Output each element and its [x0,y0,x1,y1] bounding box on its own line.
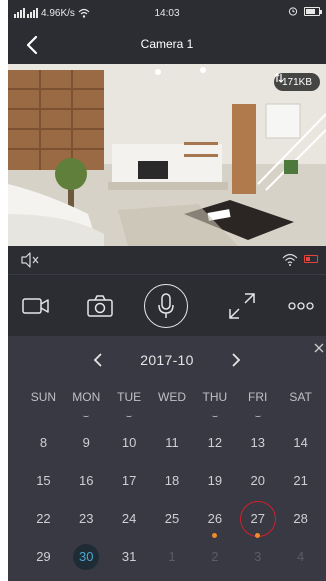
alarm-icon [288,7,298,16]
calendar-day[interactable]: 18 [151,468,194,506]
recording-dot [255,533,261,538]
calendar-day[interactable]: 21 [279,468,322,506]
weekday-label: TUE [108,390,151,417]
wifi-signal-icon [282,253,298,266]
calendar-day[interactable]: 24 [108,506,151,544]
calendar-day[interactable]: 9 [65,430,108,468]
calendar-day-next-month: 3 [254,549,262,564]
calendar-day-next-month: 2 [211,549,219,564]
calendar-day[interactable]: 15 [22,468,65,506]
weekday-label: FRI [236,390,279,417]
calendar-week: 22 23 24 25 26 27 28 [22,501,322,544]
month-label: 2017-10 [140,352,194,368]
calendar-week: 15 16 17 18 19 20 21 [22,468,322,506]
calendar-header: 2017-10 [8,348,326,372]
calendar-day[interactable]: 19 [193,468,236,506]
video-info-bar [8,246,326,274]
data-size-badge: 171KB [273,73,320,91]
talk-button[interactable] [138,275,194,337]
calendar-day-next-month: 4 [296,549,305,564]
calendar-day-next-month: 1 [168,549,176,564]
data-size-value: 171KB [281,76,312,88]
calendar-day[interactable]: 25 [151,506,194,544]
camera-feed-image [8,64,326,246]
more-button[interactable] [276,275,326,337]
calendar-day[interactable]: 23 [65,506,108,544]
calendar-grid: 8 9 10 11 12 13 14 15 16 17 18 19 20 21 … [22,430,322,581]
calendar-day[interactable]: 29 [22,544,65,581]
calendar-day[interactable]: 13 [236,430,279,468]
clock: 14:03 [154,7,180,19]
selection-ring [239,501,276,537]
more-icon [288,302,314,310]
playback-calendar: 2017-10 SUN MON TUE WED THU FRI SAT 8 9 … [8,336,326,581]
fullscreen-icon [229,293,255,319]
calendar-day[interactable]: 11 [151,430,194,468]
calendar-day[interactable]: 17 [108,468,151,506]
mute-icon[interactable] [20,252,40,268]
calendar-day[interactable]: 28 [279,506,322,544]
battery-icon [304,6,322,16]
calendar-day-today[interactable]: 30 [65,544,108,581]
data-transfer-icon [274,73,284,83]
record-button[interactable] [8,275,64,337]
chevron-right-icon [232,353,241,367]
recording-dot [212,533,218,538]
calendar-day[interactable]: 8 [22,430,65,468]
calendar-day[interactable]: 16 [65,468,108,506]
calendar-week: 8 9 10 11 12 13 14 [22,430,322,468]
video-record-icon [22,298,49,314]
calendar-week: 29 30 31 1 2 3 4 [22,544,322,581]
camera-battery-icon [304,255,318,263]
control-bar [8,274,326,336]
snapshot-icon [87,295,113,317]
weekday-label: SUN [30,390,57,404]
calendar-day-selected[interactable]: 27 [236,501,279,544]
calendar-day[interactable]: 10 [108,430,151,468]
microphone-icon [158,293,174,318]
calendar-day[interactable]: 22 [22,506,65,544]
next-month-button[interactable] [228,352,244,368]
prev-month-button[interactable] [90,352,106,368]
nav-bar: Camera 1 [8,26,326,64]
page-title: Camera 1 [140,37,194,51]
weekday-label: WED [158,390,186,404]
microphone-ring [144,284,188,328]
weekday-label: MON [65,390,108,417]
status-bar: 4.96K/s 14:03 [8,0,326,26]
chevron-left-icon [93,353,102,367]
fullscreen-button[interactable] [214,275,270,337]
snapshot-button[interactable] [72,275,128,337]
weekday-row: SUN MON TUE WED THU FRI SAT [22,390,322,417]
weekday-label: SAT [289,390,312,404]
calendar-day[interactable]: 14 [279,430,322,468]
weekday-label: THU [193,390,236,417]
calendar-day-recorded[interactable]: 26 [193,506,236,544]
live-video-view[interactable]: 171KB [8,64,326,246]
calendar-day[interactable]: 12 [193,430,236,468]
calendar-day[interactable]: 31 [108,544,151,581]
